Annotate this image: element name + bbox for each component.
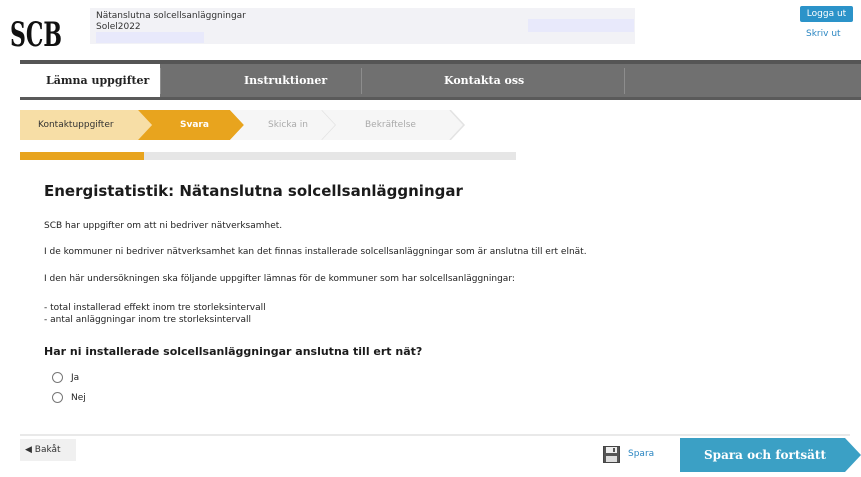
progress-bar	[20, 152, 516, 160]
save-link[interactable]: Spara	[628, 449, 654, 459]
tab-kontakta-oss[interactable]: Kontakta oss	[362, 64, 624, 97]
radio-button[interactable]	[52, 372, 63, 383]
step-kontaktuppgifter[interactable]: Kontaktuppgifter	[38, 110, 114, 140]
question-label: Har ni installerade solcellsanläggningar…	[44, 345, 423, 358]
tab-instruktioner[interactable]: Instruktioner	[161, 64, 361, 97]
save-disk-icon[interactable]	[603, 446, 620, 463]
option-label: Ja	[71, 372, 80, 383]
back-button[interactable]: ◀ Bakåt	[20, 439, 76, 461]
option-nej[interactable]: Nej	[52, 392, 86, 403]
radio-button[interactable]	[52, 392, 63, 403]
footer-divider	[20, 434, 850, 436]
survey-name: Nätanslutna solcellsanläggningar	[96, 11, 246, 21]
survey-info: Nätanslutna solcellsanläggningar Solel20…	[90, 8, 635, 44]
logout-button[interactable]: Logga ut	[800, 6, 853, 22]
main-nav: Lämna uppgifter Instruktioner Kontakta o…	[20, 60, 861, 100]
intro-text: I de kommuner ni bedriver nätverksamhet …	[44, 247, 587, 257]
highlight-field	[528, 19, 634, 32]
survey-code: Solel2022	[96, 22, 141, 32]
print-link[interactable]: Skriv ut	[806, 29, 841, 39]
highlight-field	[96, 32, 204, 43]
step-svara: Svara	[180, 120, 209, 130]
page-title: Energistatistik: Nätanslutna solcellsanl…	[44, 182, 463, 200]
save-and-continue-label: Spara och fortsätt	[704, 448, 826, 462]
save-and-continue-button[interactable]: Spara och fortsätt	[680, 438, 861, 472]
bullet-text: - total installerad effekt inom tre stor…	[44, 303, 266, 313]
bullet-text: - antal anläggningar inom tre storleksin…	[44, 315, 252, 325]
step-bekraftelse: Bekräftelse	[365, 120, 416, 130]
option-ja[interactable]: Ja	[52, 372, 79, 383]
nav-divider	[624, 68, 625, 94]
svg-text:SCB: SCB	[10, 15, 62, 52]
intro-text: SCB har uppgifter om att ni bedriver nät…	[44, 221, 283, 231]
step-skicka-in: Skicka in	[268, 120, 309, 130]
tab-lamna-uppgifter[interactable]: Lämna uppgifter	[20, 64, 160, 97]
intro-text: I den här undersökningen ska följande up…	[44, 274, 515, 284]
scb-logo: SCB	[10, 15, 62, 52]
option-label: Nej	[71, 392, 86, 403]
progress-fill	[20, 152, 144, 160]
progress-stepper: Kontaktuppgifter Svara Skicka in Bekräft…	[20, 110, 466, 140]
